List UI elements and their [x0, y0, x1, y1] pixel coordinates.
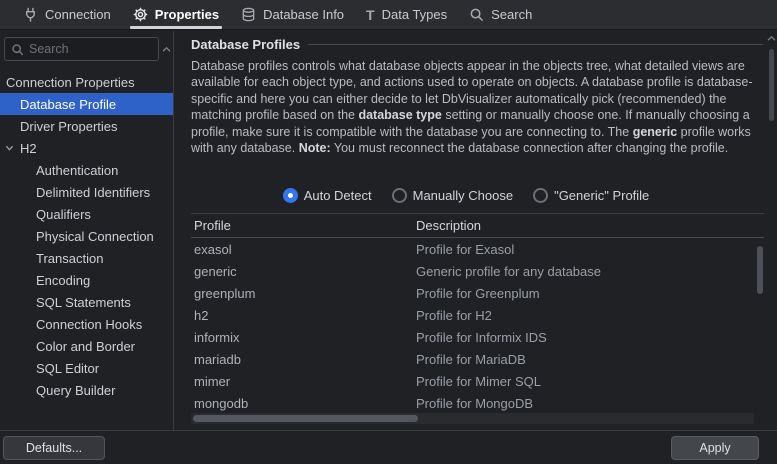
table-row[interactable]: mariadb Profile for MariaDB: [191, 348, 764, 370]
table-row[interactable]: greenplum Profile for Greenplum: [191, 282, 764, 304]
panel-vertical-scrollbar[interactable]: [767, 33, 776, 428]
database-profiles-panel: Database Profiles Database profiles cont…: [175, 31, 777, 430]
tree-item-sql-statements[interactable]: SQL Statements: [0, 291, 173, 313]
tree-item-delimited-identifiers[interactable]: Delimited Identifiers: [0, 181, 173, 203]
gear-icon: [133, 7, 148, 22]
column-header-description[interactable]: Description: [413, 218, 764, 233]
section-divider: [308, 44, 763, 45]
cell-profile: mongodb: [191, 396, 413, 411]
profile-mode-radio-group: Auto Detect Manually Choose "Generic" Pr…: [175, 188, 757, 203]
cell-profile: mariadb: [191, 352, 413, 367]
tree-item-qualifiers[interactable]: Qualifiers: [0, 203, 173, 225]
cell-profile: greenplum: [191, 286, 413, 301]
profiles-description: Database profiles controls what database…: [191, 58, 765, 156]
cell-profile: mimer: [191, 374, 413, 389]
tree-item-color-and-border[interactable]: Color and Border: [0, 335, 173, 357]
radio-manually-choose[interactable]: Manually Choose: [392, 188, 513, 203]
connection-properties-window: Connection Properties Database Info: [0, 0, 777, 464]
radio-auto-detect[interactable]: Auto Detect: [283, 188, 372, 203]
table-row[interactable]: exasol Profile for Exasol: [191, 238, 764, 260]
scrollbar-thumb[interactable]: [193, 415, 418, 422]
apply-button[interactable]: Apply: [671, 436, 759, 460]
search-icon: [11, 43, 24, 56]
cell-profile: h2: [191, 308, 413, 323]
radio-selected-icon: [283, 188, 298, 203]
radio-unselected-icon: [392, 188, 407, 203]
tree-item-authentication[interactable]: Authentication: [0, 159, 173, 181]
radio-unselected-icon: [533, 188, 548, 203]
cell-description: Profile for MongoDB: [413, 396, 764, 411]
tree-item-physical-connection[interactable]: Physical Connection: [0, 225, 173, 247]
tree-item-transaction[interactable]: Transaction: [0, 247, 173, 269]
properties-tree: Connection Properties Database Profile D…: [0, 71, 173, 430]
table-vertical-scrollbar[interactable]: [756, 240, 764, 411]
properties-sidebar: Connection Properties Database Profile D…: [0, 31, 174, 430]
radio-label: "Generic" Profile: [554, 188, 649, 203]
tree-item-connection-hooks[interactable]: Connection Hooks: [0, 313, 173, 335]
cell-profile: informix: [191, 330, 413, 345]
section-header: Database Profiles: [191, 37, 763, 52]
sidebar-search-box: [4, 37, 159, 61]
tab-data-types[interactable]: T Data Types: [355, 0, 458, 29]
tab-label: Database Info: [263, 7, 344, 22]
tree-item-driver-properties[interactable]: Driver Properties: [0, 115, 173, 137]
table-row[interactable]: informix Profile for Informix IDS: [191, 326, 764, 348]
search-input[interactable]: [29, 42, 152, 56]
description-text: You must reconnect the database connecti…: [331, 141, 729, 155]
table-row[interactable]: h2 Profile for H2: [191, 304, 764, 326]
cell-description: Profile for Exasol: [413, 242, 764, 257]
column-header-profile[interactable]: Profile: [191, 218, 413, 233]
cell-description: Profile for Mimer SQL: [413, 374, 764, 389]
tree-item-sql-editor[interactable]: SQL Editor: [0, 357, 173, 379]
tree-item-encoding[interactable]: Encoding: [0, 269, 173, 291]
tab-label: Search: [491, 7, 532, 22]
description-bold: database type: [358, 108, 441, 122]
tab-bar: Connection Properties Database Info: [0, 0, 777, 30]
tab-label: Properties: [155, 7, 219, 22]
description-bold: Note:: [299, 141, 331, 155]
scrollbar-thumb[interactable]: [757, 246, 763, 294]
scrollbar-thumb[interactable]: [769, 49, 774, 121]
tree-item-query-builder[interactable]: Query Builder: [0, 379, 173, 401]
scroll-up-icon[interactable]: [767, 35, 776, 42]
sidebar-scroll-up-icon[interactable]: [162, 41, 171, 56]
cell-description: Profile for H2: [413, 308, 764, 323]
table-row[interactable]: mimer Profile for Mimer SQL: [191, 370, 764, 392]
tree-item-database-profile[interactable]: Database Profile: [0, 93, 173, 115]
profile-table-header: Profile Description: [191, 213, 764, 238]
tree-item-h2[interactable]: H2: [0, 137, 173, 159]
radio-label: Manually Choose: [413, 188, 513, 203]
table-horizontal-scrollbar[interactable]: [191, 413, 754, 424]
tab-properties[interactable]: Properties: [122, 0, 230, 29]
tab-label: Data Types: [382, 7, 448, 22]
cell-description: Profile for Greenplum: [413, 286, 764, 301]
tab-database-info[interactable]: Database Info: [230, 0, 355, 29]
tab-search[interactable]: Search: [458, 0, 543, 29]
table-row[interactable]: mongodb Profile for MongoDB: [191, 392, 764, 414]
cell-description: Profile for MariaDB: [413, 352, 764, 367]
footer-bar: Defaults... Apply: [0, 430, 777, 464]
tree-item-label: H2: [20, 141, 37, 156]
defaults-button[interactable]: Defaults...: [3, 436, 105, 460]
database-icon: [241, 7, 256, 22]
tab-label: Connection: [45, 7, 111, 22]
description-bold: generic: [633, 125, 677, 139]
cell-description: Profile for Informix IDS: [413, 330, 764, 345]
profile-table: Profile Description exasol Profile for E…: [191, 213, 764, 424]
plug-icon: [23, 7, 38, 22]
section-title: Database Profiles: [191, 37, 300, 52]
radio-generic-profile[interactable]: "Generic" Profile: [533, 188, 649, 203]
tree-item-connection-properties[interactable]: Connection Properties: [0, 71, 173, 93]
chevron-down-icon[interactable]: [5, 144, 18, 152]
radio-label: Auto Detect: [304, 188, 372, 203]
cell-profile: generic: [191, 264, 413, 279]
data-types-icon: T: [366, 8, 375, 22]
tab-connection[interactable]: Connection: [12, 0, 122, 29]
cell-description: Generic profile for any database: [413, 264, 764, 279]
table-row[interactable]: generic Generic profile for any database: [191, 260, 764, 282]
cell-profile: exasol: [191, 242, 413, 257]
magnifier-icon: [469, 7, 484, 22]
